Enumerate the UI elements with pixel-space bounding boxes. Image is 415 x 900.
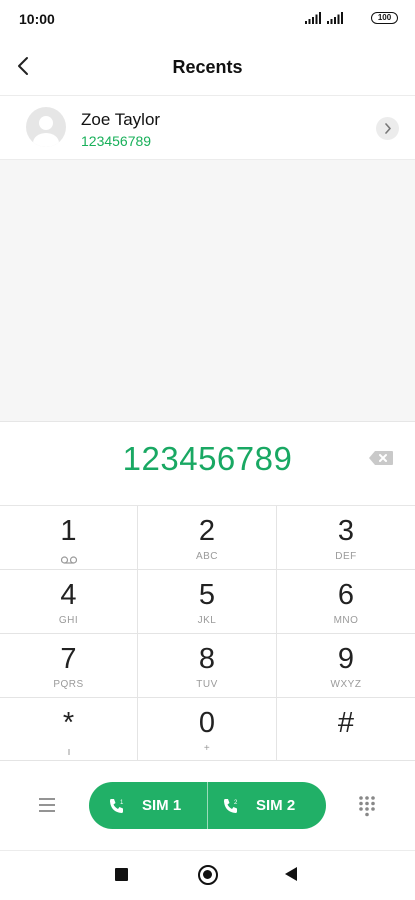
system-navigation-bar — [0, 851, 415, 900]
key-digit: 5 — [198, 579, 216, 611]
page-title: Recents — [172, 57, 243, 77]
signal-sim2-icon — [327, 12, 343, 24]
home-nav-icon[interactable] — [198, 865, 218, 885]
battery-indicator: 100 — [371, 12, 398, 24]
menu-icon[interactable] — [36, 796, 58, 814]
dialed-number: 123456789 — [122, 440, 293, 477]
dial-keypad: 1 2 ABC 3 DEF 4 GHI 5 JKL 6 MNO 7 PQRS 8… — [0, 506, 415, 761]
key-digit: 1 — [60, 515, 77, 547]
key-letters: DEF — [335, 551, 357, 562]
key-digit: 9 — [337, 643, 355, 675]
key-0[interactable]: 0 + — [138, 698, 277, 761]
key-digit: 2 — [198, 515, 216, 547]
key-digit: # — [337, 707, 355, 739]
app-header: Recents — [0, 38, 415, 96]
empty-list-area — [0, 159, 415, 421]
number-display: 123456789 — [0, 421, 415, 506]
dialer-actions: 1 SIM 1 2 SIM 2 — [0, 761, 415, 851]
contact-name: Zoe Taylor — [81, 110, 161, 129]
svg-text:1: 1 — [120, 800, 124, 806]
key-8[interactable]: 8 TUV — [138, 634, 277, 698]
key-letters: ABC — [195, 551, 219, 562]
key-digit: 8 — [198, 643, 216, 675]
contact-suggestion-row[interactable]: Zoe Taylor 123456789 — [0, 96, 415, 159]
sim1-label: SIM 1 — [142, 797, 182, 814]
contact-number: 123456789 — [81, 133, 152, 149]
key-letters: GHI — [58, 615, 79, 626]
key-3[interactable]: 3 DEF — [277, 506, 415, 570]
status-bar: 10:00 100 — [0, 0, 415, 38]
key-letters: JKL — [197, 615, 217, 626]
sim2-label: SIM 2 — [256, 797, 296, 814]
key-letters: + — [203, 743, 211, 754]
key-digit: 3 — [337, 515, 355, 547]
call-sim1-button[interactable]: 1 SIM 1 — [89, 782, 207, 829]
phone-sim1-icon: 1 — [110, 799, 124, 813]
person-placeholder-icon — [33, 116, 59, 147]
key-digit: * — [62, 707, 75, 739]
key-5[interactable]: 5 JKL — [138, 570, 277, 634]
key-6[interactable]: 6 MNO — [277, 570, 415, 634]
key-9[interactable]: 9 WXYZ — [277, 634, 415, 698]
phone-sim2-icon: 2 — [224, 799, 238, 813]
call-sim2-button[interactable]: 2 SIM 2 — [208, 782, 326, 829]
key-digit: 6 — [337, 579, 355, 611]
key-letters: TUV — [196, 679, 218, 690]
status-time: 10:00 — [19, 11, 55, 27]
key-digit: 4 — [60, 579, 77, 611]
key-2[interactable]: 2 ABC — [138, 506, 277, 570]
call-buttons: 1 SIM 1 2 SIM 2 — [89, 782, 326, 829]
voicemail-icon — [0, 551, 137, 569]
key-1[interactable]: 1 — [0, 506, 138, 570]
key-letters: PQRS — [53, 679, 84, 690]
key-digit: 0 — [198, 707, 216, 739]
key-7[interactable]: 7 PQRS — [0, 634, 138, 698]
avatar — [26, 107, 66, 147]
signal-sim1-icon — [305, 12, 321, 24]
key-letters: MNO — [333, 615, 359, 626]
recents-nav-icon[interactable] — [115, 868, 128, 881]
key-hash[interactable]: # — [277, 698, 415, 761]
key-star[interactable]: * — [0, 698, 138, 761]
key-4[interactable]: 4 GHI — [0, 570, 138, 634]
key-letters: WXYZ — [330, 679, 362, 690]
key-digit: 7 — [60, 643, 77, 675]
contact-details-button[interactable] — [376, 117, 399, 140]
dialpad-toggle-icon[interactable] — [357, 795, 377, 817]
backspace-icon[interactable] — [368, 449, 394, 467]
pause-comma-icon — [0, 743, 137, 761]
chevron-right-icon — [385, 123, 391, 134]
svg-text:2: 2 — [234, 800, 238, 806]
back-nav-icon[interactable] — [285, 867, 297, 881]
